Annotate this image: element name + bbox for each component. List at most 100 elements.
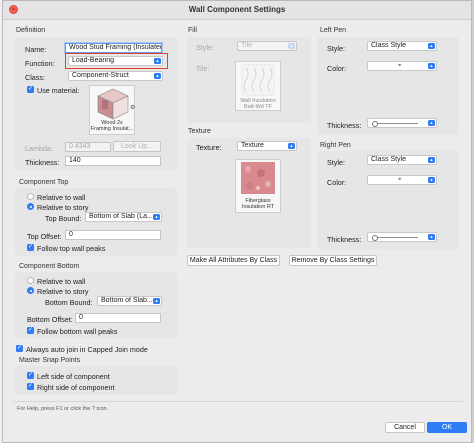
popup-arrow-icon: ▲ <box>288 143 295 149</box>
fill-tile-thumbnail[interactable]: Wall Insulation Batt-Wd TF <box>235 61 281 111</box>
top-bound-select[interactable]: Bottom of Slab (La... ▲ <box>85 212 162 222</box>
follow-top-checkbox[interactable]: ✓ <box>27 244 34 251</box>
follow-bottom-label: Follow bottom wall peaks <box>37 327 118 336</box>
lookup-button[interactable]: Look Up... <box>113 141 161 152</box>
material-caption: Wood 2x Framing Insulat... <box>90 120 134 132</box>
make-all-by-class-button[interactable]: Make All Attributes By Class <box>187 255 280 266</box>
lambda-field[interactable]: 0.4343 <box>65 142 111 152</box>
bottom-relative-wall-label: Relative to wall <box>37 277 86 286</box>
help-text: For Help, press F1 or click the ? icon. <box>17 406 109 412</box>
snap-right-label: Right side of component <box>37 383 115 392</box>
bottom-relative-wall-radio[interactable] <box>27 277 34 284</box>
bottom-bound-label: Bottom Bound: <box>45 298 93 307</box>
material-link-icon[interactable]: ⚙ <box>130 104 135 111</box>
right-pen-thickness-select[interactable]: ▲ <box>367 232 437 242</box>
texture-thumbnail[interactable]: Fiberglass Insulation RT <box>235 159 281 213</box>
snap-right-checkbox[interactable]: ✓ <box>27 383 34 390</box>
dialog-title: Wall Component Settings <box>188 5 286 14</box>
popup-arrow-icon: ▲ <box>288 43 295 49</box>
auto-join-checkbox[interactable]: ✓ <box>16 345 23 352</box>
function-value: Load-Bearing <box>72 57 115 64</box>
left-pen-style-label: Style: <box>327 44 345 53</box>
texture-swatch-icon <box>241 162 275 194</box>
section-snap-points: Master Snap Points <box>19 357 81 364</box>
popup-arrow-icon: ▲ <box>428 120 435 126</box>
footer-divider <box>13 401 463 402</box>
follow-top-label: Follow top wall peaks <box>37 244 106 253</box>
popup-arrow-icon: ▲ <box>153 214 160 220</box>
bottom-bound-value: Bottom of Slab... <box>101 297 153 304</box>
left-pen-style-select[interactable]: Class Style ▲ <box>367 41 437 51</box>
right-pen-color-select[interactable]: ⌖ ▲ <box>367 175 437 185</box>
section-fill: Fill <box>188 27 197 34</box>
left-pen-thickness-label: Thickness: <box>327 121 362 130</box>
right-pen-style-select[interactable]: Class Style ▲ <box>367 155 437 165</box>
color-dropper-icon: ⌖ <box>398 63 402 69</box>
popup-arrow-icon: ▲ <box>428 157 435 163</box>
snap-left-checkbox[interactable]: ✓ <box>27 372 34 379</box>
fill-tile-caption: Wall Insulation Batt-Wd TF <box>240 98 276 110</box>
right-pen-color-label: Color: <box>327 178 347 187</box>
left-pen-thickness-select[interactable]: ▲ <box>367 118 437 128</box>
top-relative-story-radio[interactable] <box>27 203 34 210</box>
left-pen-style-value: Class Style <box>371 42 407 49</box>
ok-button[interactable]: OK <box>427 422 467 433</box>
thickness-label: Thickness: <box>25 158 60 167</box>
slider-knob-icon <box>372 120 378 127</box>
top-offset-label: Top Offset: <box>27 232 62 241</box>
name-label: Name: <box>25 45 47 54</box>
thickness-field[interactable]: 140 <box>65 156 161 166</box>
popup-arrow-icon: ▲ <box>154 58 161 64</box>
top-relative-story-label: Relative to story <box>37 203 89 212</box>
function-select[interactable]: Load-Bearing ▲ <box>68 56 163 66</box>
section-right-pen: Right Pen <box>320 142 351 149</box>
texture-value: Texture <box>241 142 264 149</box>
popup-arrow-icon: ▲ <box>428 234 435 240</box>
top-relative-wall-radio[interactable] <box>27 193 34 200</box>
remove-by-class-button[interactable]: Remove By Class Settings <box>289 255 377 266</box>
title-bar: × Wall Component Settings <box>3 1 471 20</box>
class-value: Component-Struct <box>72 72 129 79</box>
class-label: Class: <box>25 73 45 82</box>
lambda-label: Lambda: <box>25 144 53 153</box>
bottom-relative-story-label: Relative to story <box>37 287 89 296</box>
bottom-offset-label: Bottom Offset: <box>27 315 73 324</box>
function-label: Function: <box>25 59 55 68</box>
top-relative-wall-label: Relative to wall <box>37 193 86 202</box>
fill-tile-label: Tile: <box>196 64 210 73</box>
bottom-bound-select[interactable]: Bottom of Slab... ▲ <box>97 296 162 306</box>
class-select[interactable]: Component-Struct ▲ <box>68 71 163 81</box>
color-dropper-icon: ⌖ <box>398 177 402 183</box>
fill-style-label: Style: <box>196 43 214 52</box>
auto-join-label: Always auto join in Capped Join mode <box>26 345 148 354</box>
section-definition: Definition <box>16 27 46 34</box>
left-pen-color-select[interactable]: ⌖ ▲ <box>367 61 437 71</box>
section-component-top: Component Top <box>19 179 69 186</box>
bottom-relative-story-radio[interactable] <box>27 287 34 294</box>
section-component-bottom: Component Bottom <box>19 263 80 270</box>
top-bound-value: Bottom of Slab (La... <box>89 213 153 220</box>
top-offset-field[interactable]: 0 <box>65 230 161 240</box>
material-thumbnail[interactable]: Wood 2x Framing Insulat... <box>89 85 135 135</box>
use-material-label: Use material: <box>37 86 80 95</box>
tile-pattern-icon <box>241 64 275 96</box>
popup-arrow-icon: ▲ <box>428 177 435 183</box>
thickness-line <box>374 237 418 238</box>
right-pen-thickness-label: Thickness: <box>327 235 362 244</box>
cancel-button[interactable]: Cancel <box>385 422 425 433</box>
use-material-checkbox[interactable]: ✓ <box>27 86 34 93</box>
popup-arrow-icon: ▲ <box>154 73 161 79</box>
fill-style-select[interactable]: Tile ▲ <box>237 41 297 51</box>
bottom-offset-field[interactable]: 0 <box>75 313 161 323</box>
texture-select[interactable]: Texture ▲ <box>237 141 297 151</box>
thickness-line <box>374 123 418 124</box>
fill-style-value: Tile <box>241 42 253 49</box>
section-left-pen: Left Pen <box>320 27 347 34</box>
name-field[interactable]: Wood Stud Framing (Insulated) <box>65 43 162 53</box>
dialog-window: × Wall Component Settings Definition Nam… <box>2 0 472 443</box>
popup-arrow-icon: ▲ <box>428 43 435 49</box>
follow-bottom-checkbox[interactable]: ✓ <box>27 327 34 334</box>
slider-knob-icon <box>372 234 378 241</box>
texture-label: Texture: <box>196 143 222 152</box>
left-pen-color-label: Color: <box>327 64 347 73</box>
